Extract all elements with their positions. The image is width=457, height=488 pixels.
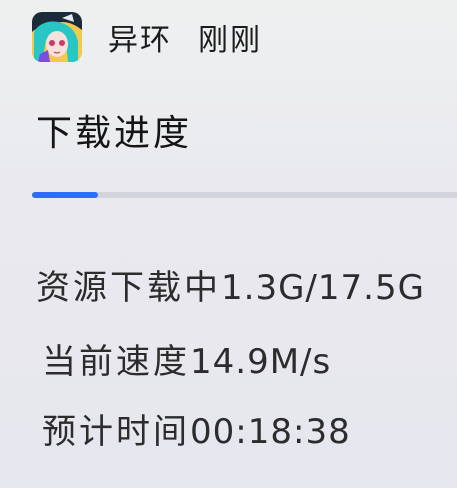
download-speed-line: 当前速度14.9M/s: [42, 334, 331, 383]
download-status-label: 资源下载中: [36, 268, 221, 308]
notification-title: 下载进度: [36, 113, 193, 154]
download-eta-label: 预计时间: [42, 412, 190, 452]
download-progress-fill: [32, 192, 98, 198]
download-eta-line: 预计时间00:18:38: [42, 404, 351, 453]
notification-time: 刚刚: [198, 23, 262, 58]
download-eta-value: 00:18:38: [190, 412, 351, 452]
download-progress-bar: [32, 192, 457, 198]
download-size-value: 1.3G/17.5G: [221, 268, 425, 308]
notification-header: 异环 刚刚: [32, 12, 262, 62]
app-icon: [32, 12, 82, 62]
download-speed-label: 当前速度: [42, 342, 190, 382]
download-speed-value: 14.9M/s: [190, 342, 332, 382]
download-notification-card[interactable]: 异环 刚刚 下载进度 资源下载中1.3G/17.5G 当前速度14.9M/s 预…: [0, 0, 457, 488]
download-status-line: 资源下载中1.3G/17.5G: [36, 260, 425, 309]
app-name: 异环: [108, 23, 172, 58]
